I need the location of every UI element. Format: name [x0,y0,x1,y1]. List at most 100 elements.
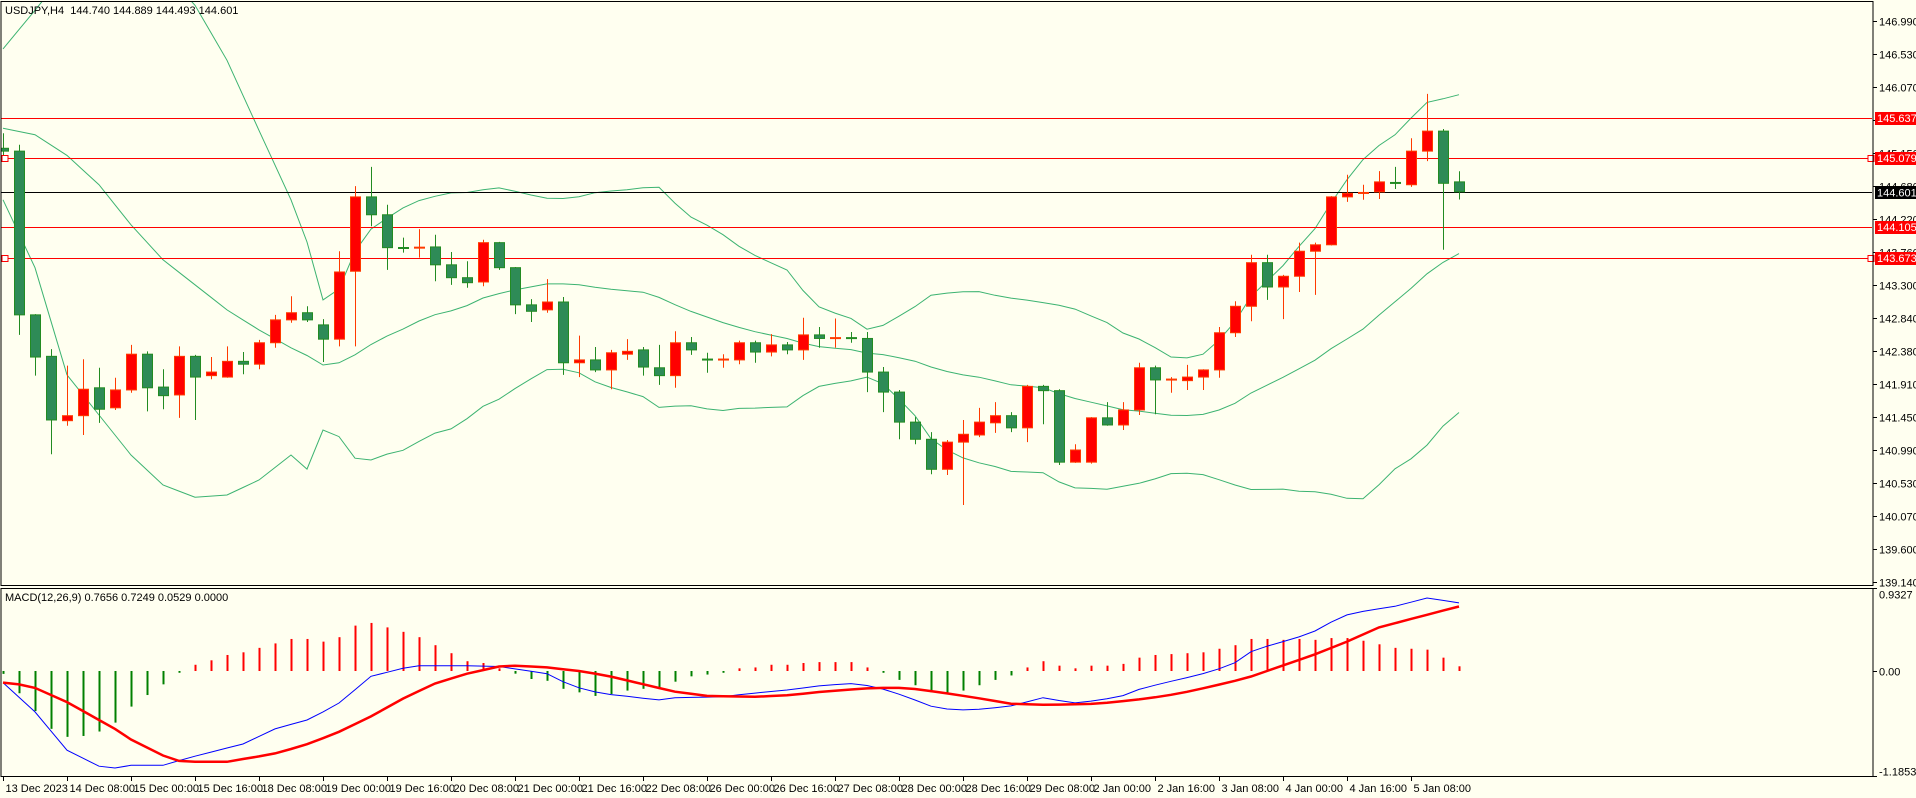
time-axis-label: 29 Dec 08:00 [1030,783,1095,795]
candle-body [750,342,761,353]
candle-body [1294,250,1305,277]
candle-body [1198,369,1209,378]
bearish-candle[interactable] [14,144,25,335]
candle-body [1342,192,1353,198]
candle-body [766,344,777,353]
trading-chart[interactable]: 146.990146.530146.070145.610145.150144.6… [0,0,1916,798]
price-axis-label: 139.140 [1879,578,1916,590]
level-price-label: 145.637 [1877,113,1916,125]
macd-axis-label: 0.9327 [1879,590,1913,602]
candle-body [1214,332,1225,371]
candle-body [1022,385,1033,429]
candle-body [1182,376,1193,382]
bullish-candle[interactable] [942,439,953,476]
time-axis-label: 22 Dec 08:00 [646,783,711,795]
candle-body [798,334,809,351]
time-axis-label: 13 Dec 2023 [6,783,68,795]
bearish-candle[interactable] [494,241,505,270]
candle-body [1230,305,1241,334]
time-axis-label: 21 Dec 16:00 [582,783,647,795]
candle-body [142,353,153,389]
candle-body [1246,262,1257,307]
candle-body [462,277,473,284]
candle-body [558,301,569,364]
bearish-candle[interactable] [1054,389,1065,466]
candle-body [1262,262,1273,288]
candle-body [910,421,921,440]
candle-body [286,312,297,321]
time-axis-label: 21 Dec 00:00 [518,783,583,795]
bearish-candle[interactable] [558,296,569,375]
level-handle-left[interactable] [1,155,9,162]
time-axis-label: 18 Dec 08:00 [262,783,327,795]
price-axis-label: 139.600 [1879,545,1916,557]
time-axis-label: 28 Dec 16:00 [966,783,1031,795]
macd-title: MACD(12,26,9) 0.7656 0.7249 0.0529 0.000… [5,592,228,604]
chart-title: USDJPY,H4 144.740 144.889 144.493 144.60… [5,5,238,17]
candle-body [670,342,681,377]
candle-body [606,352,617,371]
candle-body [78,388,89,417]
candle-body [1278,275,1289,288]
candle-body [478,242,489,283]
candle-body [814,334,825,339]
time-axis-label: 14 Dec 08:00 [70,783,135,795]
time-axis-label: 19 Dec 00:00 [326,783,391,795]
candle-body [334,271,345,340]
time-axis-label: 4 Jan 16:00 [1350,783,1408,795]
candle-body [126,353,137,391]
time-axis-label: 27 Dec 08:00 [838,783,903,795]
bullish-candle[interactable] [478,239,489,287]
price-axis-label: 146.070 [1879,83,1916,95]
candle-body [1422,130,1433,152]
price-axis-label: 141.450 [1879,413,1916,425]
candle-body [878,371,889,393]
candle-body [1150,367,1161,381]
time-axis-label: 19 Dec 16:00 [390,783,455,795]
level-price-label: 144.105 [1877,222,1916,234]
candle-body [942,441,953,470]
time-axis-label: 26 Dec 16:00 [774,783,839,795]
candle-body [1406,150,1417,186]
candle-body [382,214,393,249]
bullish-candle[interactable] [1230,301,1241,338]
candle-body [222,360,233,378]
candle-body [622,350,633,355]
price-axis-label: 146.530 [1879,50,1916,62]
candle-body [30,314,41,358]
macd-axis-label: 0.00 [1879,667,1900,679]
bullish-candle[interactable] [1326,196,1337,246]
time-axis-label: 15 Dec 16:00 [198,783,263,795]
candle-body [782,344,793,351]
candle-body [1054,390,1065,463]
candle-body [894,391,905,423]
bullish-candle[interactable] [1214,327,1225,378]
candle-body [590,359,601,371]
time-axis-label: 20 Dec 08:00 [454,783,519,795]
candle-body [638,349,649,368]
candle-body [1134,367,1145,411]
price-axis-label: 143.300 [1879,281,1916,293]
candle-body [270,319,281,344]
candle-body [1454,181,1465,193]
candle-body [1038,385,1049,392]
bullish-candle[interactable] [1134,362,1145,415]
candle-body [366,196,377,216]
level-handle-left[interactable] [1,255,9,262]
candle-body [190,355,201,378]
candle-body [1086,417,1097,463]
candle-body [526,304,537,312]
candle-body [446,264,457,279]
bullish-candle[interactable] [270,314,281,348]
bullish-candle[interactable] [1086,417,1097,464]
candle-body [734,342,745,361]
bid-price-label: 144.601 [1877,188,1916,200]
candle-body [510,267,521,306]
price-axis-label: 142.380 [1879,347,1916,359]
candle-body [1374,181,1385,193]
candle-body [574,359,585,364]
candle-body [654,367,665,377]
candle-body [1102,417,1113,426]
candle-body [318,324,329,340]
candle-body [254,342,265,365]
